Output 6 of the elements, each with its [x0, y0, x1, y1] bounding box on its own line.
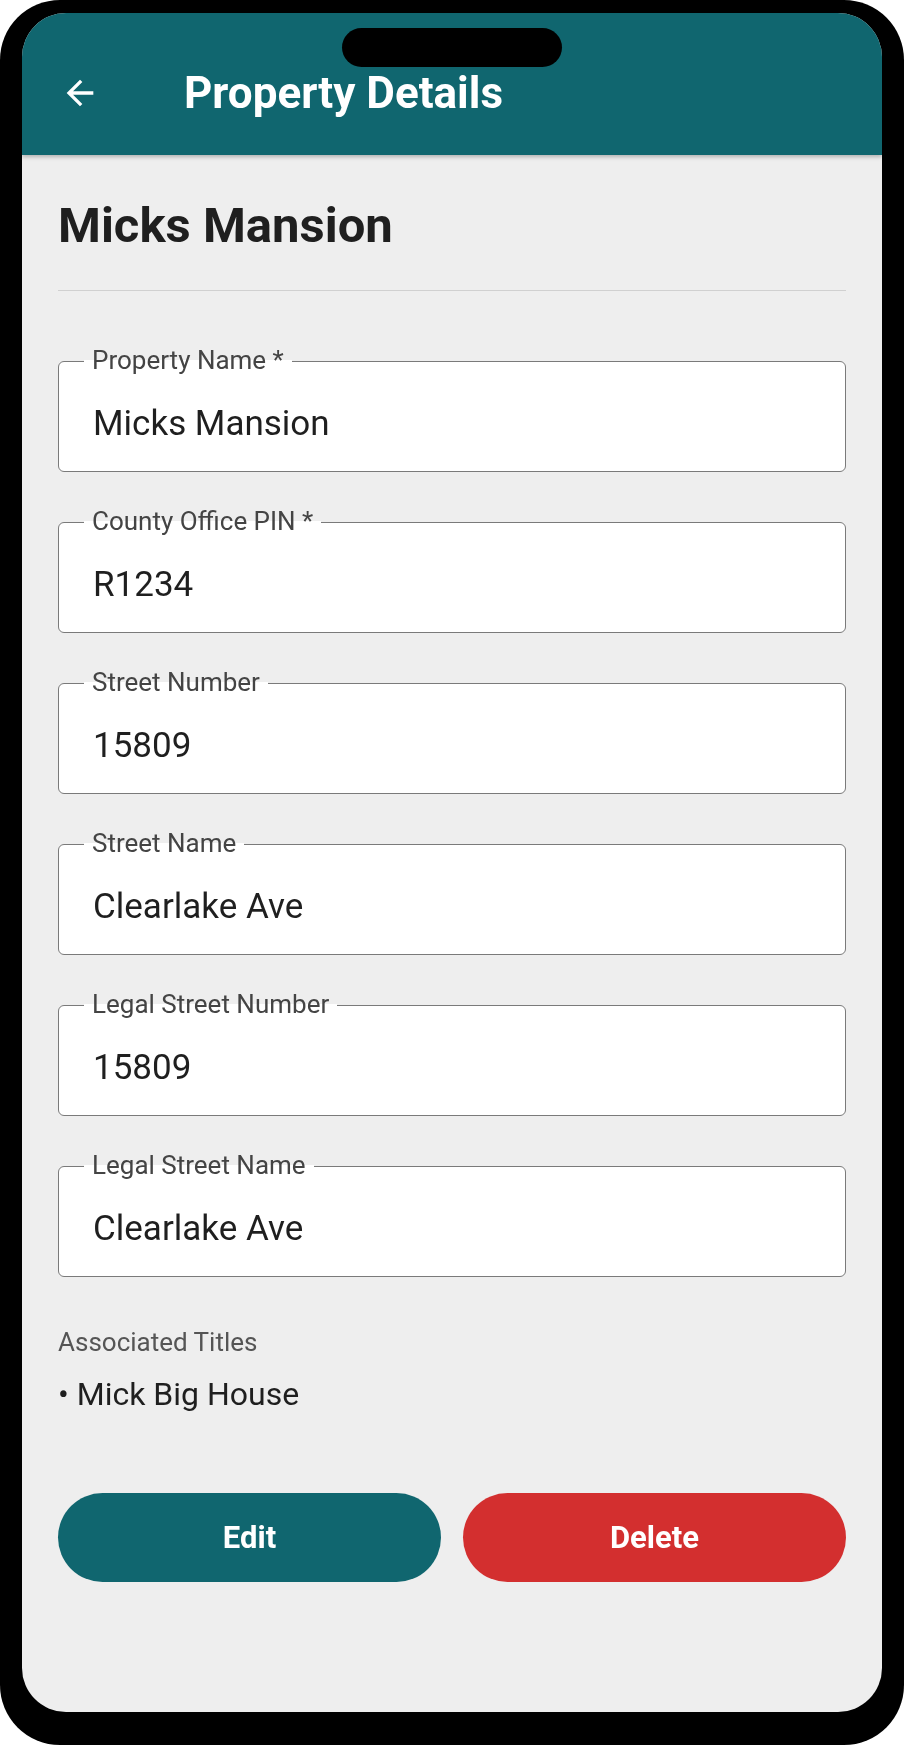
app-bar-title: Property Details: [184, 67, 503, 119]
section-label: Associated Titles: [58, 1326, 259, 1357]
title-list-item: • Mick Big House: [58, 1374, 301, 1413]
delete-button[interactable]: Delete: [463, 1492, 846, 1582]
property-heading: Micks Mansion: [58, 197, 394, 256]
edit-button[interactable]: Edit: [58, 1492, 441, 1582]
